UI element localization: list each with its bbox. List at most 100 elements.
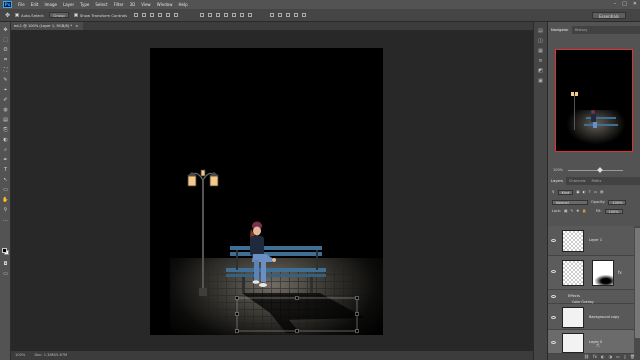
close-tab-icon[interactable]: × [75, 24, 78, 28]
filter-smart-object-icon[interactable]: ▤ [600, 190, 603, 194]
menu-window[interactable]: Window [157, 2, 173, 7]
layer-filter-dropdown[interactable]: Kind [557, 189, 574, 195]
hand-tool-icon[interactable]: ✋ [2, 196, 9, 203]
lasso-tool-icon[interactable]: ʘ [2, 46, 9, 53]
history-panel-icon[interactable]: ▤ [537, 28, 544, 34]
foreground-color-swatch[interactable] [2, 248, 7, 253]
adjustments-panel-icon[interactable]: ▣ [537, 78, 544, 84]
document-canvas[interactable] [150, 48, 383, 335]
opacity-field[interactable]: 100% [608, 199, 627, 205]
navigator-zoom-value[interactable]: 100% [553, 168, 563, 172]
auto-select-target-dropdown[interactable]: Group [49, 12, 69, 18]
workspace-dropdown[interactable]: Essentials [591, 12, 626, 19]
layer-row[interactable]: Background copy [548, 304, 634, 330]
pen-tool-icon[interactable]: ✒ [2, 156, 9, 163]
eraser-tool-icon[interactable]: ⎘ [2, 126, 9, 133]
eyedropper-tool-icon[interactable]: ✎ [2, 76, 9, 83]
zoom-level[interactable]: 100% [15, 353, 25, 357]
align-left-icon[interactable] [158, 13, 163, 17]
menu-type[interactable]: Type [80, 2, 89, 7]
distribute-left-icon[interactable] [224, 13, 229, 17]
screen-mode-icon[interactable]: ▭ [2, 270, 9, 277]
visibility-eye-icon[interactable] [551, 316, 556, 319]
layer-mask-thumbnail[interactable] [592, 260, 614, 286]
distribute-center-icon[interactable] [232, 13, 237, 17]
quick-mask-icon[interactable]: ◘ [2, 260, 9, 267]
tab-channels[interactable]: Channels [566, 177, 589, 185]
align-top-icon[interactable] [134, 13, 139, 17]
type-tool-icon[interactable]: T [2, 166, 9, 173]
filter-adjustment-icon[interactable]: ◐ [583, 190, 586, 194]
visibility-eye-icon[interactable] [551, 270, 556, 273]
document-info[interactable]: Doc: 1.38M/5.67M [34, 353, 67, 357]
menu-image[interactable]: Image [44, 2, 57, 7]
lock-all-icon[interactable]: 🔒 [582, 209, 586, 213]
auto-select-checkbox[interactable] [15, 13, 20, 17]
tab-navigator[interactable]: Navigator [548, 26, 572, 34]
lock-paint-icon[interactable]: ✎ [570, 209, 573, 213]
crop-tool-icon[interactable]: ⛶ [2, 66, 9, 73]
filter-type-icon[interactable]: T [589, 190, 591, 194]
visibility-eye-icon[interactable] [551, 239, 556, 242]
adjustment-layer-icon[interactable]: ◑ [608, 354, 612, 360]
layer-name[interactable]: Layer 1 [589, 238, 602, 242]
transform-controls-option[interactable]: Show Transform Controls [73, 13, 127, 18]
menu-3d[interactable]: 3D [130, 2, 136, 7]
fill-field[interactable]: 100% [604, 208, 623, 214]
new-group-icon[interactable]: ▭ [616, 354, 620, 360]
clone-stamp-tool-icon[interactable]: ◍ [2, 106, 9, 113]
layer-row[interactable]: Layer 1 [548, 226, 634, 256]
distribute-bottom-icon[interactable] [216, 13, 221, 17]
3d-slide-icon[interactable] [294, 13, 299, 17]
maximize-icon[interactable]: □ [622, 1, 627, 7]
visibility-eye-icon[interactable] [551, 295, 556, 298]
add-style-icon[interactable]: fx [593, 354, 597, 360]
filter-shape-icon[interactable]: ▭ [594, 190, 597, 194]
align-middle-icon[interactable] [142, 13, 147, 17]
layer-name[interactable]: Background copy [589, 315, 619, 319]
layer-row[interactable]: fx [548, 256, 634, 290]
transform-controls-checkbox[interactable] [73, 13, 78, 17]
link-layers-icon[interactable]: ⛓ [584, 354, 589, 360]
auto-select-option[interactable]: Auto-Select: [15, 13, 44, 18]
character-panel-icon[interactable]: ◩ [537, 68, 544, 74]
distribute-middle-icon[interactable] [208, 13, 213, 17]
canvas-area[interactable] [11, 30, 533, 351]
filter-pixel-icon[interactable]: ▣ [576, 190, 579, 194]
blend-mode-dropdown[interactable]: Normal [552, 199, 588, 205]
marquee-tool-icon[interactable]: ⬚ [2, 36, 9, 43]
menu-edit[interactable]: Edit [31, 2, 39, 7]
path-selection-tool-icon[interactable]: ↖ [2, 176, 9, 183]
move-tool-icon[interactable]: ✥ [5, 12, 10, 19]
menu-select[interactable]: Select [95, 2, 107, 7]
zoom-tool-icon[interactable]: ⚲ [2, 206, 9, 213]
3d-pan-icon[interactable] [286, 13, 291, 17]
effects-row[interactable]: Effects Color Overlay [548, 290, 634, 304]
dodge-tool-icon[interactable]: ⌕ [2, 146, 9, 153]
delete-layer-icon[interactable]: 🗑 [630, 354, 635, 360]
auto-align-icon[interactable] [248, 13, 253, 17]
distribute-top-icon[interactable] [200, 13, 205, 17]
history-brush-tool-icon[interactable]: ▤ [2, 116, 9, 123]
3d-scale-icon[interactable] [302, 13, 307, 17]
navigator-thumbnail[interactable] [555, 49, 633, 152]
layer-row-selected[interactable]: Layer 0 ☝ [548, 330, 634, 354]
menu-file[interactable]: File [18, 2, 25, 7]
move-tool-icon[interactable]: ✥ [2, 26, 9, 33]
add-mask-icon[interactable]: ◐ [601, 354, 605, 360]
rectangle-tool-icon[interactable]: ▭ [2, 186, 9, 193]
swatches-panel-icon[interactable]: ▦ [537, 48, 544, 54]
fx-icon[interactable]: fx [618, 270, 622, 275]
layers-scrollbar-thumb[interactable] [635, 228, 640, 338]
healing-brush-tool-icon[interactable]: ⌖ [2, 86, 9, 93]
tab-history[interactable]: History [572, 26, 591, 34]
menu-layer[interactable]: Layer [63, 2, 74, 7]
lock-transparency-icon[interactable]: ▦ [564, 209, 567, 213]
new-layer-icon[interactable]: ▯ [624, 354, 626, 360]
3d-rotate-icon[interactable] [270, 13, 275, 17]
distribute-right-icon[interactable] [240, 13, 245, 17]
tab-layers[interactable]: Layers [548, 177, 566, 185]
menu-view[interactable]: View [141, 2, 151, 7]
brush-tool-icon[interactable]: ✐ [2, 96, 9, 103]
navigator-zoom-knob[interactable] [597, 167, 603, 173]
